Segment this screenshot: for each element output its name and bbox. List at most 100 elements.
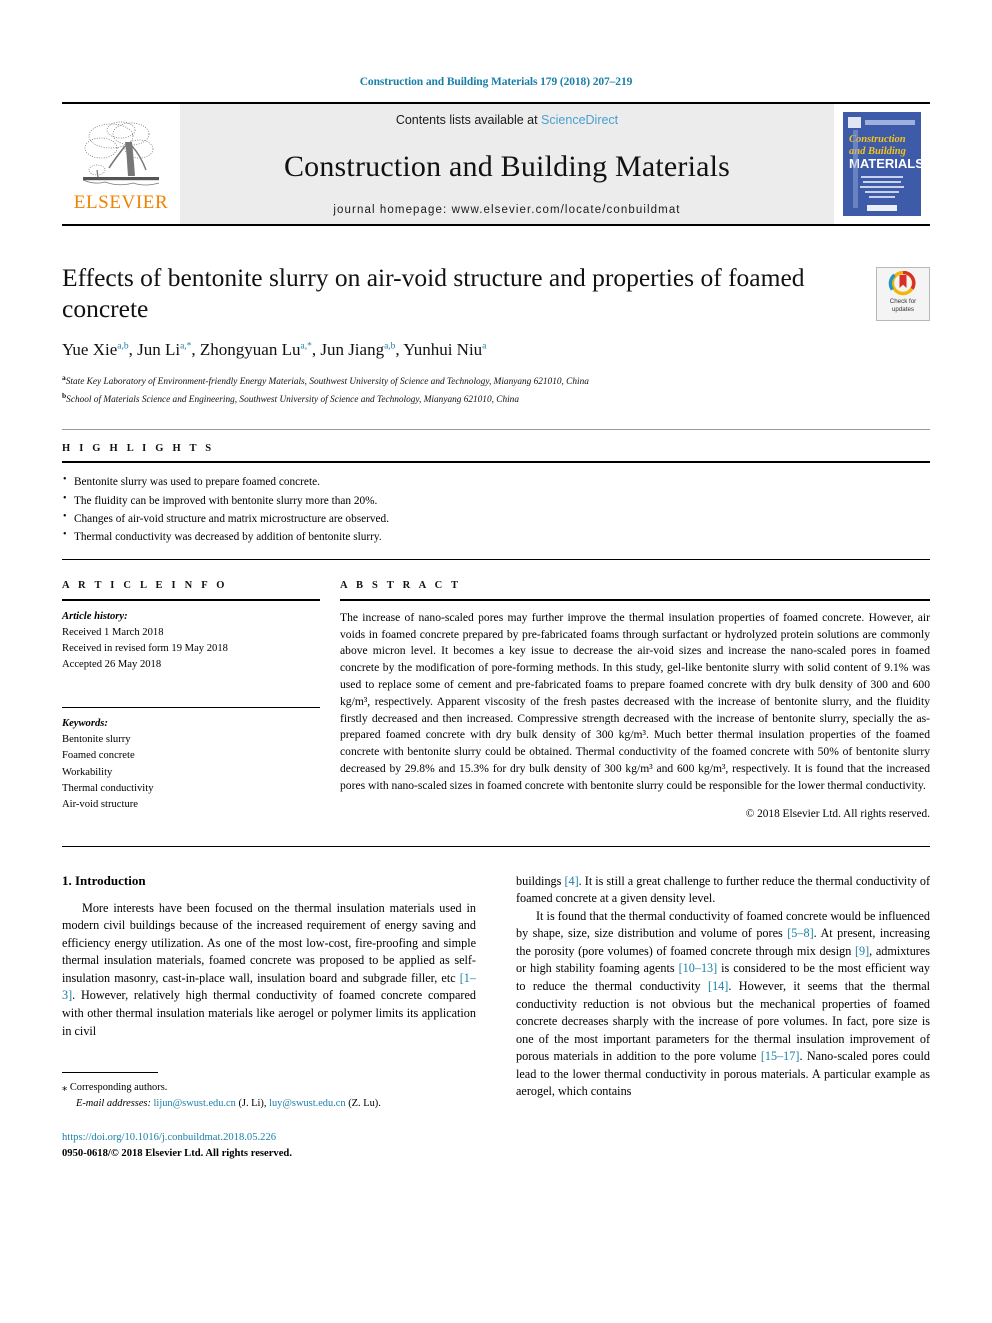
author-affil-marker: a,* — [180, 341, 192, 352]
citation-ref[interactable]: [15–17] — [761, 1049, 800, 1063]
footnote-block: ⁎ Corresponding authors. E-mail addresse… — [62, 1072, 476, 1112]
email-link[interactable]: luy@swust.edu.cn — [269, 1098, 346, 1109]
imprint-block: https://doi.org/10.1016/j.conbuildmat.20… — [62, 1130, 476, 1162]
info-abstract-row: A R T I C L E I N F O Article history: R… — [62, 580, 930, 820]
abstract-section: A B S T R A C T The increase of nano-sca… — [340, 580, 930, 820]
affiliation: aState Key Laboratory of Environment-fri… — [62, 372, 930, 390]
journal-cover-thumbnail: Construction and Building MATERIALS — [834, 104, 930, 224]
highlights-heading: H I G H L I G H T S — [62, 443, 215, 455]
keywords-rule — [62, 707, 320, 709]
keywords-label: Keywords: — [62, 718, 108, 730]
keyword[interactable]: Bentonite slurry — [62, 732, 320, 748]
elsevier-logo: ELSEVIER — [62, 104, 180, 224]
section-heading-introduction: 1. Introduction — [62, 872, 146, 888]
affiliation-text: School of Materials Science and Engineer… — [66, 394, 519, 405]
email-owner: (J. Li) — [238, 1098, 264, 1110]
title-block: Effects of bentonite slurry on air-void … — [62, 262, 930, 407]
article-info-heading: A R T I C L E I N F O — [62, 579, 228, 591]
author-affil-marker: a,* — [300, 341, 312, 352]
keyword[interactable]: Foamed concrete — [62, 748, 320, 764]
running-head: Construction and Building Materials 179 … — [359, 76, 633, 88]
paragraph-text: More interests have been focused on the … — [62, 900, 476, 985]
author[interactable]: Yunhui Niua — [403, 340, 486, 359]
article-history: Article history: Received 1 March 2018 R… — [62, 609, 320, 673]
list-item: Bentonite slurry was used to prepare foa… — [62, 472, 930, 491]
list-item: The fluidity can be improved with benton… — [62, 491, 930, 510]
crossmark-line2: updates — [891, 305, 914, 313]
author[interactable]: Jun Lia,* — [137, 340, 191, 359]
doi-link[interactable]: https://doi.org/10.1016/j.conbuildmat.20… — [62, 1130, 476, 1146]
body-column-left: 1. Introduction More interests have been… — [62, 873, 476, 1163]
paragraph-text: . However, relatively high thermal condu… — [62, 988, 476, 1038]
paragraph: It is found that the thermal conductivit… — [516, 908, 930, 1101]
abstract-text: The increase of nano-scaled pores may fu… — [340, 610, 930, 792]
crossmark-line1: Check for — [889, 298, 917, 305]
author-list: Yue Xiea,b, Jun Lia,*, Zhongyuan Lua,*, … — [62, 340, 487, 360]
paragraph: More interests have been focused on the … — [62, 900, 476, 1041]
affiliation-list: aState Key Laboratory of Environment-fri… — [62, 372, 930, 407]
body-column-gap — [476, 873, 516, 1163]
body-column-right: buildings [4]. It is still a great chall… — [516, 873, 930, 1163]
article-history-label: Article history: — [62, 610, 128, 622]
email-line: E-mail addresses: lijun@swust.edu.cn (J.… — [76, 1098, 381, 1110]
footnote-rule — [62, 1072, 158, 1074]
corresponding-text: Corresponding authors. — [69, 1082, 168, 1094]
contents-line: Contents lists available at ScienceDirec… — [396, 113, 618, 127]
keyword[interactable]: Workability — [62, 765, 320, 781]
author-affil-marker: a,b — [117, 341, 129, 352]
corresponding-author-note: ⁎ Corresponding authors. — [62, 1080, 476, 1096]
crossmark-icon — [888, 271, 916, 296]
history-item: Received in revised form 19 May 2018 — [62, 643, 228, 655]
author[interactable]: Yue Xiea,b — [62, 340, 129, 359]
email-link[interactable]: lijun@swust.edu.cn — [154, 1098, 236, 1109]
asterisk-icon: ⁎ — [62, 1082, 68, 1094]
keyword[interactable]: Air-void structure — [62, 797, 320, 813]
author-affil-marker: a,b — [384, 341, 396, 352]
paragraph-text: . It is still a great challenge to furth… — [516, 873, 931, 906]
highlights-list: Bentonite slurry was used to prepare foa… — [62, 472, 930, 547]
sciencedirect-link[interactable]: ScienceDirect — [541, 113, 618, 127]
journal-homepage[interactable]: journal homepage: www.elsevier.com/locat… — [333, 204, 680, 216]
citation-ref[interactable]: [9] — [855, 944, 869, 958]
body-columns: 1. Introduction More interests have been… — [62, 873, 930, 1163]
history-item: Accepted 26 May 2018 — [62, 659, 162, 671]
page-title: Effects of bentonite slurry on air-void … — [62, 263, 805, 324]
author[interactable]: Zhongyuan Lua,* — [200, 340, 312, 359]
paper-page: Construction and Building Materials 179 … — [0, 0, 992, 1323]
email-owner: (Z. Lu) — [348, 1098, 379, 1110]
contents-prefix: Contents lists available at — [395, 113, 542, 127]
paragraph-text: buildings — [516, 873, 565, 888]
highlights-section: H I G H L I G H T S Bentonite slurry was… — [62, 429, 930, 560]
elsevier-wordmark: ELSEVIER — [73, 192, 169, 213]
list-item: Thermal conductivity was decreased by ad… — [62, 527, 930, 546]
svg-text:MATERIALS: MATERIALS — [849, 156, 921, 171]
affiliation: bSchool of Materials Science and Enginee… — [62, 390, 930, 408]
highlights-rule — [62, 461, 930, 464]
paragraph: buildings [4]. It is still a great chall… — [516, 873, 930, 908]
article-info-rule — [62, 598, 320, 601]
abstract-heading: A B S T R A C T — [340, 579, 462, 591]
journal-masthead: ELSEVIER Contents lists available at Sci… — [62, 102, 930, 226]
journal-cover-image: Construction and Building MATERIALS — [843, 112, 921, 216]
author[interactable]: Jun Jianga,b — [320, 340, 395, 359]
citation-ref[interactable]: [4] — [564, 874, 578, 888]
column-gap — [320, 580, 340, 820]
author-affil-marker: a — [482, 341, 487, 352]
body-separator-rule — [62, 845, 930, 847]
highlights-top-rule — [62, 429, 930, 431]
keyword[interactable]: Thermal conductivity — [62, 781, 320, 797]
abstract-rule — [340, 598, 930, 601]
email-label: E-mail addresses: — [76, 1098, 151, 1110]
issn-copyright: 0950-0618/© 2018 Elsevier Ltd. All right… — [62, 1148, 292, 1160]
citation-ref[interactable]: [14] — [708, 979, 728, 993]
page-inner: Construction and Building Materials 179 … — [62, 0, 930, 1162]
journal-title: Construction and Building Materials — [283, 149, 731, 183]
citation-ref[interactable]: [10–13] — [679, 961, 718, 975]
history-item: Received 1 March 2018 — [62, 626, 164, 638]
list-item: Changes of air-void structure and matrix… — [62, 509, 930, 528]
crossmark-badge[interactable]: Check for updates — [876, 267, 930, 321]
journal-band: Contents lists available at ScienceDirec… — [180, 104, 834, 224]
article-info-section: A R T I C L E I N F O Article history: R… — [62, 580, 320, 820]
citation-ref[interactable]: [5–8] — [787, 926, 813, 940]
elsevier-tree-icon — [82, 121, 160, 186]
